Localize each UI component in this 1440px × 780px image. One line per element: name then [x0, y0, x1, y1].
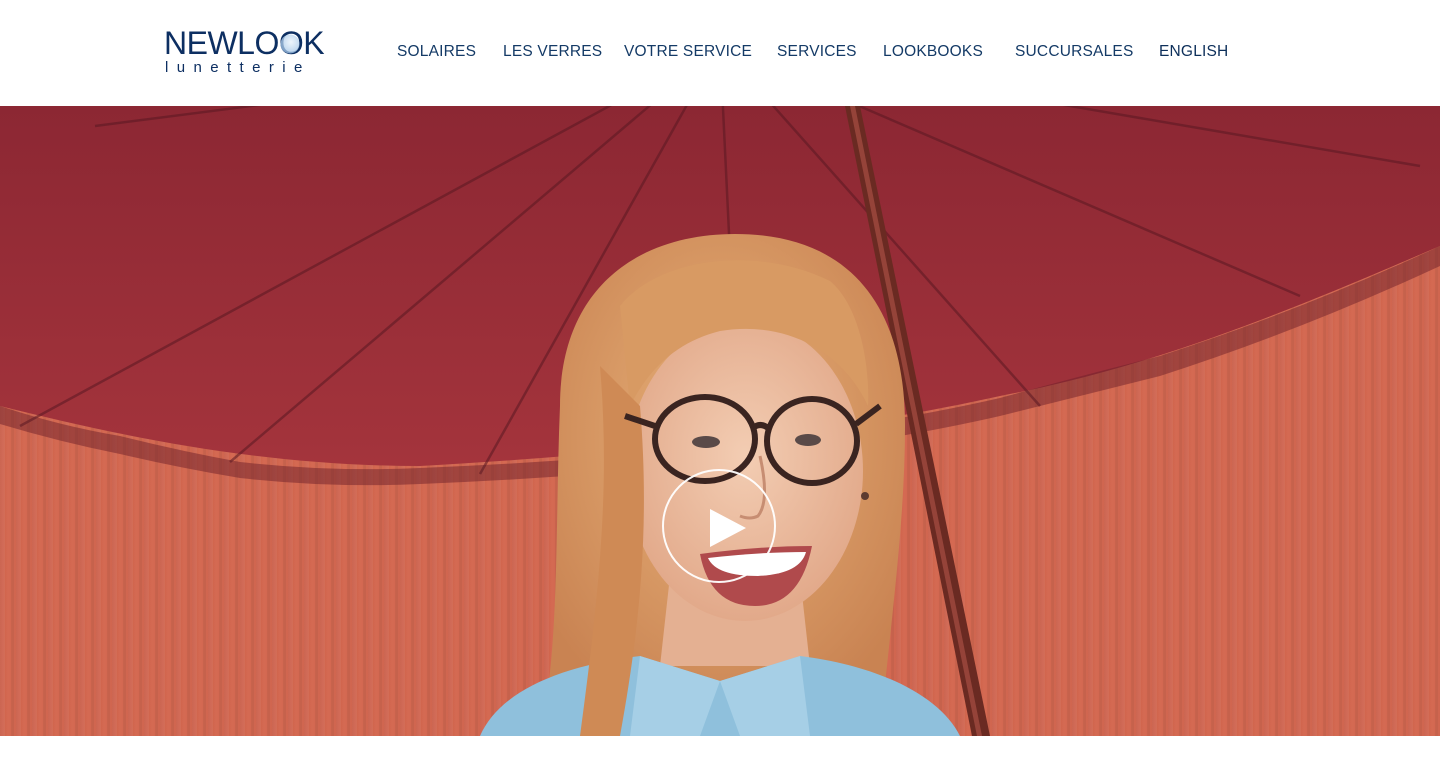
nav-item-votre-service[interactable]: VOTRE SERVICE: [624, 41, 752, 63]
hero-video[interactable]: [0, 106, 1440, 736]
nav-item-succursales[interactable]: SUCCURSALES: [1015, 41, 1133, 63]
logo-lens-icon: [280, 34, 300, 54]
logo-tagline: lunetterie: [165, 59, 311, 76]
nav-item-language-english[interactable]: ENGLISH: [1159, 41, 1228, 63]
page: NEWLOOK lunetterie SOLAIRES LES VERRES V…: [0, 0, 1440, 780]
hero-video-still: [0, 106, 1440, 736]
play-icon: [710, 509, 746, 547]
nav-item-les-verres[interactable]: LES VERRES: [503, 41, 602, 63]
nav-item-solaires[interactable]: SOLAIRES: [397, 41, 476, 63]
below-hero-area: [0, 736, 1440, 780]
nav-item-services[interactable]: SERVICES: [777, 41, 857, 63]
site-header: NEWLOOK lunetterie SOLAIRES LES VERRES V…: [0, 0, 1440, 106]
nav-item-lookbooks[interactable]: LOOKBOOKS: [883, 41, 983, 63]
newlook-logo[interactable]: NEWLOOK lunetterie: [164, 27, 336, 79]
play-video-button[interactable]: [662, 469, 776, 583]
